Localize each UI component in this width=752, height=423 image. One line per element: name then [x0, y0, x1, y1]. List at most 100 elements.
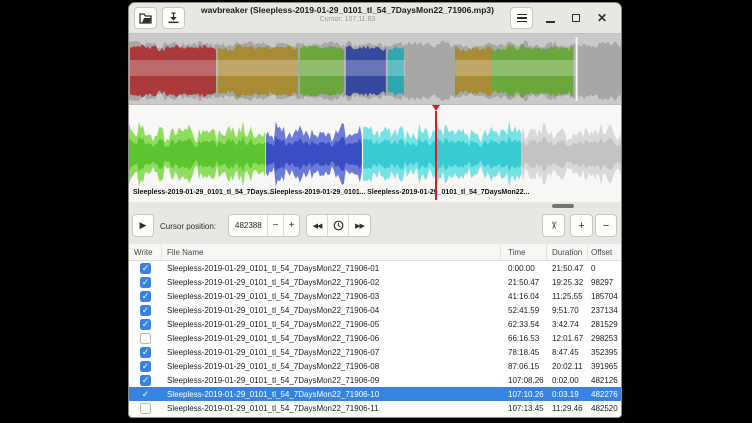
- offset-cell: 482520: [588, 404, 622, 413]
- file-name-cell: Sleepless-2019-01-29_0101_tl_54_7DaysMon…: [162, 376, 501, 385]
- play-button[interactable]: ▶: [132, 214, 154, 237]
- write-checkbox[interactable]: ✓: [140, 263, 151, 274]
- duration-cell: 12:01.67: [547, 334, 588, 343]
- write-checkbox[interactable]: ✓: [140, 319, 151, 330]
- duration-cell: 19:25.32: [547, 278, 588, 287]
- save-file-button[interactable]: [162, 7, 185, 29]
- time-cell: 41:16.04: [501, 292, 547, 301]
- duration-cell: 11:29.46: [547, 404, 588, 413]
- screen-background: wavbreaker (Sleepless-2019-01-29_0101_tl…: [0, 0, 752, 423]
- toolbar: ▶ Cursor position: 482388 − + ◀◀ ▶▶ ✂: [129, 209, 622, 244]
- file-name-cell: Sleepless-2019-01-29_0101_tl_54_7DaysMon…: [162, 320, 501, 329]
- file-name-cell: Sleepless-2019-01-29_0101_tl_54_7DaysMon…: [162, 292, 501, 301]
- waveform-detail[interactable]: Sleepless-2019-01-29_0101_tl_54_7Days...…: [129, 104, 622, 202]
- write-checkbox[interactable]: ✓: [140, 375, 151, 386]
- duration-cell: 20:02.11: [547, 362, 588, 371]
- check-icon: ✓: [142, 320, 150, 329]
- close-button[interactable]: ✕: [591, 7, 613, 29]
- open-file-button[interactable]: [134, 7, 157, 29]
- offset-cell: 237134: [588, 306, 622, 315]
- col-time[interactable]: Time: [501, 244, 547, 260]
- menu-button[interactable]: [510, 7, 533, 29]
- table-row[interactable]: ✓ Sleepless-2019-01-29_0101_tl_54_7DaysMo…: [129, 373, 622, 387]
- file-name-cell: Sleepless-2019-01-29_0101_tl_54_7DaysMon…: [162, 390, 501, 399]
- track-label: Sleepless-2019-01-29_0101...: [270, 189, 366, 196]
- seek-backward-icon: ◀◀: [313, 222, 322, 230]
- overview-segment-highlight: [218, 60, 298, 76]
- open-file-icon: [139, 13, 152, 24]
- track-table: Write File Name Time Duration Offset ✓Sl…: [129, 244, 622, 417]
- col-write[interactable]: Write: [129, 244, 162, 260]
- time-cell: 107:10.26: [501, 390, 547, 399]
- spin-increment-button[interactable]: +: [283, 215, 299, 236]
- add-track-break-button[interactable]: +: [570, 214, 593, 237]
- cursor-position-value[interactable]: 482388: [229, 215, 267, 236]
- duration-cell: 9:51.70: [547, 306, 588, 315]
- table-row[interactable]: Sleepless-2019-01-29_0101_tl_54_7DaysMon…: [129, 331, 622, 345]
- seek-button-group: ◀◀ ▶▶: [306, 214, 371, 237]
- window-title: wavbreaker (Sleepless-2019-01-29_0101_tl…: [189, 5, 506, 15]
- track-labels: Sleepless-2019-01-29_0101_tl_54_7Days...…: [129, 189, 622, 201]
- write-checkbox[interactable]: ✓: [140, 305, 151, 316]
- overview-waveform-graphic: [129, 34, 622, 104]
- table-row[interactable]: ✓Sleepless-2019-01-29_0101_tl_54_7DaysMo…: [129, 261, 622, 275]
- time-cell: 0:00.00: [501, 264, 547, 273]
- write-checkbox[interactable]: ✓: [140, 277, 151, 288]
- cut-button[interactable]: ✂: [542, 214, 565, 237]
- time-cell: 87:06.15: [501, 362, 547, 371]
- close-icon: ✕: [597, 12, 607, 24]
- write-checkbox[interactable]: [140, 403, 151, 414]
- time-cell: 66:16.53: [501, 334, 547, 343]
- time-cell: 52:41.59: [501, 306, 547, 315]
- table-header: Write File Name Time Duration Offset: [129, 244, 622, 261]
- offset-cell: 185704: [588, 292, 622, 301]
- table-row[interactable]: ✓Sleepless-2019-01-29_0101_tl_54_7DaysMo…: [129, 345, 622, 359]
- col-duration[interactable]: Duration: [547, 244, 588, 260]
- remove-track-break-button[interactable]: −: [595, 214, 617, 237]
- offset-cell: 391965: [588, 362, 622, 371]
- table-row[interactable]: ✓Sleepless-2019-01-29_0101_tl_54_7DaysMo…: [129, 275, 622, 289]
- seek-backward-button[interactable]: ◀◀: [307, 215, 328, 236]
- write-cell: ✓: [129, 291, 162, 302]
- write-checkbox[interactable]: ✓: [140, 347, 151, 358]
- write-cell: ✓: [129, 375, 162, 386]
- cursor-position-spinbutton[interactable]: 482388 − +: [228, 214, 300, 237]
- table-row[interactable]: ✓ Sleepless-2019-01-29_0101_tl_54_7DaysMo…: [129, 317, 622, 331]
- maximize-button[interactable]: [565, 7, 587, 29]
- file-name-cell: Sleepless-2019-01-29_0101_tl_54_7DaysMon…: [162, 306, 501, 315]
- table-row[interactable]: Sleepless-2019-01-29_0101_tl_54_7DaysMon…: [129, 401, 622, 415]
- offset-cell: 0: [588, 264, 622, 273]
- hscrollbar-thumb[interactable]: [552, 204, 574, 208]
- write-cell: ✓: [129, 389, 162, 400]
- minus-icon: −: [273, 220, 279, 231]
- track-label: Sleepless-2019-01-29_0101_tl_54_7Days...: [133, 189, 273, 196]
- jump-to-time-button[interactable]: [328, 215, 349, 236]
- table-row[interactable]: ✓ Sleepless-2019-01-29_0101_tl_54_7DaysMo…: [129, 289, 622, 303]
- table-row[interactable]: ✓ Sleepless-2019-01-29_0101_tl_54_7DaysMo…: [129, 303, 622, 317]
- write-checkbox[interactable]: ✓: [140, 291, 151, 302]
- write-cell: [129, 333, 162, 344]
- spin-decrement-button[interactable]: −: [267, 215, 283, 236]
- write-checkbox[interactable]: ✓: [140, 389, 151, 400]
- hamburger-menu-icon: [517, 14, 527, 23]
- col-file-name[interactable]: File Name: [162, 244, 501, 260]
- waveform-overview[interactable]: [129, 34, 622, 104]
- overview-segment-highlight: [491, 60, 575, 76]
- write-checkbox[interactable]: [140, 333, 151, 344]
- duration-cell: 11:25.55: [547, 292, 588, 301]
- write-cell: ✓: [129, 361, 162, 372]
- remove-icon: −: [603, 220, 609, 232]
- write-checkbox[interactable]: ✓: [140, 361, 151, 372]
- minimize-button[interactable]: [539, 7, 561, 29]
- title-block: wavbreaker (Sleepless-2019-01-29_0101_tl…: [189, 5, 506, 23]
- time-cell: 21:50.47: [501, 278, 547, 287]
- hscrollbar[interactable]: [129, 202, 622, 209]
- seek-forward-button[interactable]: ▶▶: [349, 215, 370, 236]
- maximize-icon: [572, 14, 580, 22]
- check-icon: ✓: [142, 362, 150, 371]
- table-row[interactable]: ✓ Sleepless-2019-01-29_0101_tl_54_7DaysMo…: [129, 387, 622, 401]
- clock-icon: [333, 220, 344, 231]
- col-offset[interactable]: Offset: [588, 244, 622, 260]
- app-window: wavbreaker (Sleepless-2019-01-29_0101_tl…: [128, 2, 622, 418]
- table-row[interactable]: ✓Sleepless-2019-01-29_0101_tl_54_7DaysMo…: [129, 359, 622, 373]
